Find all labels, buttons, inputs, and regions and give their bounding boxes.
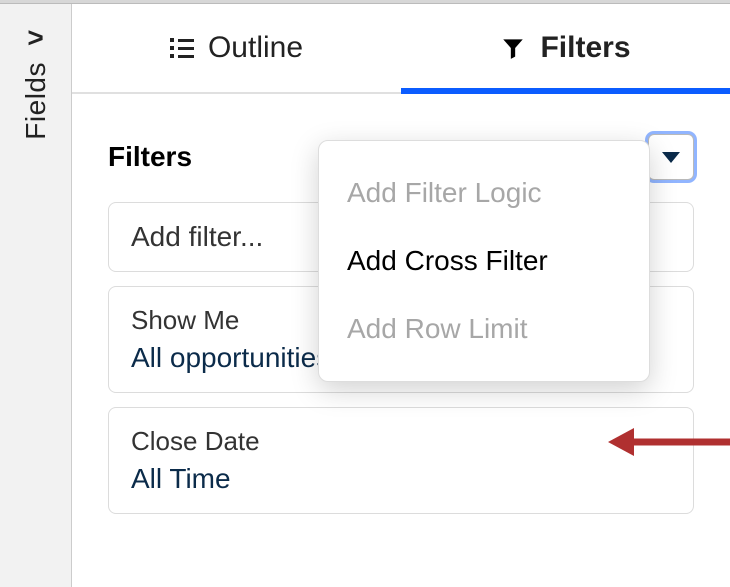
filters-panel-header: Filters Add Filter Logic Add Cross Filte… (108, 134, 694, 180)
filter-card-close-date[interactable]: Close Date All Time (108, 407, 694, 514)
fields-rail-label: Fields (20, 62, 52, 140)
menu-item-add-filter-logic: Add Filter Logic (319, 159, 649, 227)
filters-dropdown-menu: Add Filter Logic Add Cross Filter Add Ro… (318, 140, 650, 382)
caret-down-icon (662, 152, 680, 163)
tab-outline-label: Outline (208, 31, 303, 65)
tab-filters-label: Filters (540, 31, 630, 65)
tabbar: Outline Filters (72, 4, 730, 94)
filter-card-label: Close Date (131, 426, 671, 457)
outline-icon (170, 36, 194, 60)
menu-item-add-cross-filter[interactable]: Add Cross Filter (319, 227, 649, 295)
filters-panel: Filters Add Filter Logic Add Cross Filte… (72, 94, 730, 514)
expand-rail-chevron-icon[interactable]: > (27, 24, 43, 52)
filter-card-value: All Time (131, 463, 671, 495)
menu-item-add-row-limit: Add Row Limit (319, 295, 649, 363)
filters-panel-title: Filters (108, 141, 192, 173)
funnel-icon (500, 35, 526, 61)
fields-rail[interactable]: > Fields (0, 4, 72, 587)
tab-filters[interactable]: Filters (401, 4, 730, 92)
main-panel: Outline Filters Filters Add Filter Logic… (72, 4, 730, 587)
tab-outline[interactable]: Outline (72, 4, 401, 92)
filters-menu-toggle[interactable] (648, 134, 694, 180)
